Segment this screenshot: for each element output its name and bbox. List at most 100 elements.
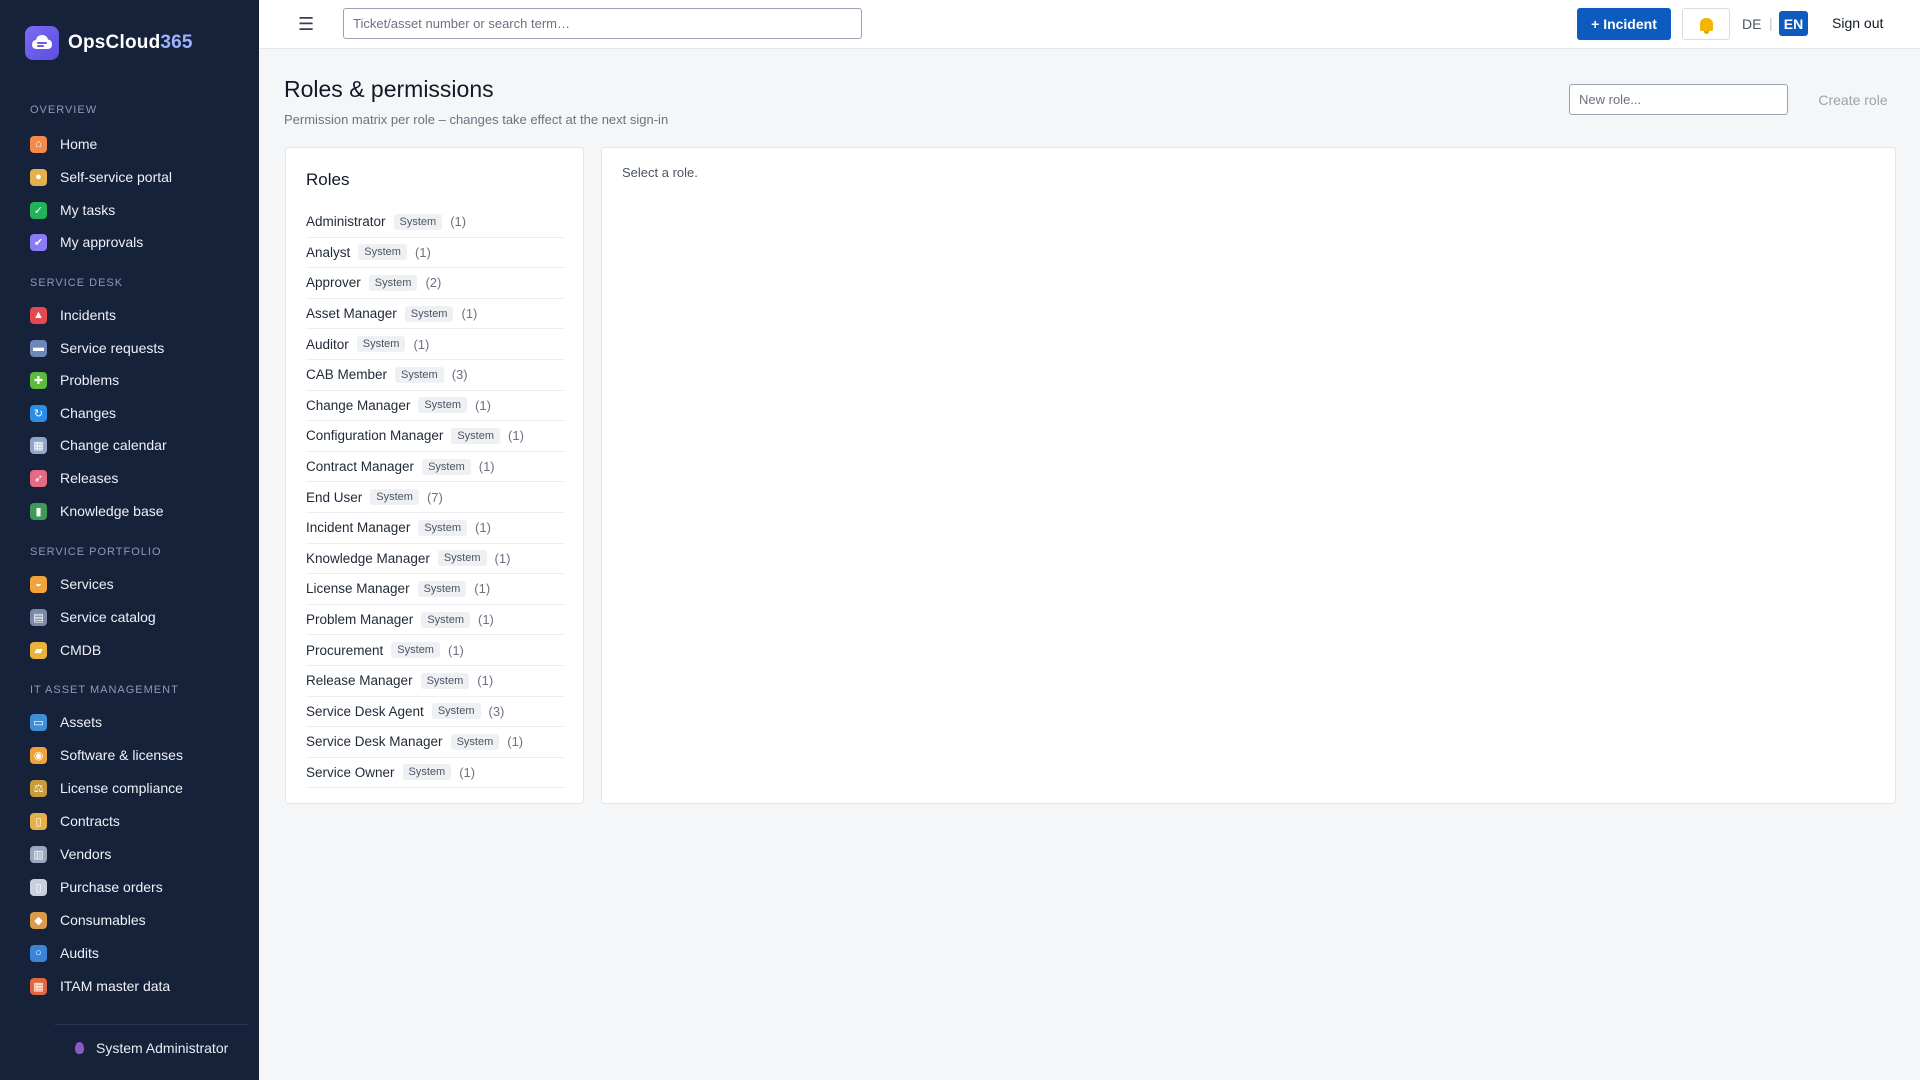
role-system-badge: System xyxy=(418,519,468,536)
laptop-icon: ▭ xyxy=(30,713,47,731)
user-icon xyxy=(75,1042,84,1054)
role-list-item[interactable]: Service Desk Agent System (3) xyxy=(306,697,565,728)
sidebar-section-heading: OVERVIEW xyxy=(30,104,98,116)
role-member-count: (1) xyxy=(474,581,491,597)
role-system-badge: System xyxy=(395,366,444,383)
role-member-count: (1) xyxy=(475,397,491,413)
role-list-item[interactable]: Analyst System (1) xyxy=(306,238,565,269)
role-list-item[interactable]: Change Manager System (1) xyxy=(306,391,565,422)
sidebar-item-service-requests[interactable]: ▬ Service requests xyxy=(30,333,164,363)
role-list-item[interactable]: Contract Manager System (1) xyxy=(306,452,565,483)
role-system-badge: System xyxy=(420,672,470,689)
brand[interactable]: OpsCloud365 xyxy=(25,25,193,61)
role-list-item[interactable]: Service Desk Manager System (1) xyxy=(306,727,565,758)
language-en[interactable]: EN xyxy=(1779,11,1808,36)
rocket-icon: ➶ xyxy=(30,469,47,487)
role-list-item[interactable]: Configuration Manager System (1) xyxy=(306,421,565,452)
role-list-item[interactable]: Service Owner System (1) xyxy=(306,758,565,789)
sidebar-item-cmdb[interactable]: ▰ CMDB xyxy=(30,635,101,665)
user-name: System Administrator xyxy=(96,1040,229,1056)
person-icon: ● xyxy=(30,168,47,186)
role-member-count: (1) xyxy=(414,244,431,260)
role-list-item[interactable]: Incident Manager System (1) xyxy=(306,513,565,544)
role-list-item[interactable]: Procurement System (1) xyxy=(306,635,565,666)
role-name: Analyst xyxy=(306,244,351,260)
sidebar-item-label: My tasks xyxy=(60,202,116,218)
sidebar-section-heading: SERVICE PORTFOLIO xyxy=(30,546,162,558)
sidebar-item-releases[interactable]: ➶ Releases xyxy=(30,463,118,493)
sidebar-item-audits[interactable]: ○ Audits xyxy=(30,938,99,968)
select-role-message: Select a role. xyxy=(622,165,698,180)
search-input[interactable] xyxy=(343,8,862,39)
role-list-item[interactable]: Administrator System (1) xyxy=(306,207,565,238)
language-de[interactable]: DE xyxy=(1742,16,1761,32)
role-list-item[interactable]: Asset Manager System (1) xyxy=(306,299,565,330)
sign-out-link[interactable]: Sign out xyxy=(1832,15,1883,31)
role-list-item[interactable]: Approver System (2) xyxy=(306,268,565,299)
sidebar-item-contracts[interactable]: ▯ Contracts xyxy=(30,806,120,836)
role-name: Service Desk Agent xyxy=(306,703,424,719)
role-name: Incident Manager xyxy=(306,520,411,536)
sidebar-item-consumables[interactable]: ◆ Consumables xyxy=(30,905,146,935)
role-name: License Manager xyxy=(306,581,410,597)
role-list-item[interactable]: License Manager System (1) xyxy=(306,574,565,605)
sidebar-item-self-service-portal[interactable]: ● Self-service portal xyxy=(30,162,172,192)
page-title: Roles & permissions xyxy=(284,76,494,102)
sidebar-item-my-approvals[interactable]: ✔ My approvals xyxy=(30,227,143,257)
role-name: Contract Manager xyxy=(306,459,415,475)
current-user[interactable]: System Administrator xyxy=(75,1038,228,1058)
role-system-badge: System xyxy=(402,764,452,781)
sidebar-item-change-calendar[interactable]: ▦ Change calendar xyxy=(30,430,167,460)
checkmark-icon: ✔ xyxy=(30,233,47,251)
sidebar-item-license-compliance[interactable]: ⚖ License compliance xyxy=(30,773,183,803)
role-system-badge: System xyxy=(356,336,406,353)
role-member-count: (7) xyxy=(426,489,443,505)
role-list-item[interactable]: Knowledge Manager System (1) xyxy=(306,544,565,575)
sidebar-item-vendors[interactable]: ▥ Vendors xyxy=(30,839,111,869)
books-icon: ▮ xyxy=(30,502,47,520)
new-role-input[interactable] xyxy=(1569,84,1788,115)
role-list-item[interactable]: CAB Member System (3) xyxy=(306,360,565,391)
role-system-badge: System xyxy=(368,274,418,291)
sidebar-item-incidents[interactable]: ▲ Incidents xyxy=(30,300,116,330)
sidebar-item-services[interactable]: ◒ Services xyxy=(30,569,114,599)
sidebar-item-label: Vendors xyxy=(60,846,112,862)
sidebar-item-label: Home xyxy=(60,136,98,152)
sidebar-item-knowledge-base[interactable]: ▮ Knowledge base xyxy=(30,496,164,526)
sidebar-item-label: Purchase orders xyxy=(60,879,163,895)
new-incident-button[interactable]: + Incident xyxy=(1577,8,1671,40)
sidebar-item-itam-master-data[interactable]: ▦ ITAM master data xyxy=(30,971,170,1001)
create-role-button[interactable]: Create role xyxy=(1806,84,1900,115)
role-name: Release Manager xyxy=(306,673,413,689)
role-name: Auditor xyxy=(306,336,349,352)
sidebar-item-changes[interactable]: ↻ Changes xyxy=(30,398,116,428)
role-list-item[interactable]: Auditor System (1) xyxy=(306,329,565,360)
sidebar-item-my-tasks[interactable]: ✓ My tasks xyxy=(30,195,115,225)
sidebar-item-software-licenses[interactable]: ◉ Software & licenses xyxy=(30,740,183,770)
role-member-count: (1) xyxy=(461,306,478,322)
sidebar-item-label: Self-service portal xyxy=(60,169,173,185)
sidebar-item-label: Software & licenses xyxy=(60,747,183,763)
role-member-count: (1) xyxy=(413,336,430,352)
role-member-count: (3) xyxy=(488,703,505,719)
brand-name: OpsCloud365 xyxy=(68,32,193,53)
sidebar-item-home[interactable]: ⌂ Home xyxy=(30,129,97,159)
role-system-badge: System xyxy=(358,244,407,261)
sidebar-item-label: Services xyxy=(60,576,114,592)
sidebar-item-assets[interactable]: ▭ Assets xyxy=(30,707,102,737)
role-list-item[interactable]: End User System (7) xyxy=(306,482,565,513)
role-list-item[interactable]: Problem Manager System (1) xyxy=(306,605,565,636)
sidebar-item-label: ITAM master data xyxy=(60,978,171,994)
sidebar-item-problems[interactable]: ✚ Problems xyxy=(30,365,119,395)
building-icon: ▥ xyxy=(30,845,47,863)
home-icon: ⌂ xyxy=(30,135,47,153)
puzzle-icon: ✚ xyxy=(30,371,47,389)
role-list-item[interactable]: Release Manager System (1) xyxy=(306,666,565,697)
menu-toggle-icon[interactable]: ☰ xyxy=(298,14,314,35)
notifications-button[interactable] xyxy=(1682,8,1730,40)
disc-icon: ◉ xyxy=(30,746,47,764)
inbox-icon: ▬ xyxy=(30,339,47,357)
sidebar-item-label: Change calendar xyxy=(60,437,167,453)
sidebar-item-purchase-orders[interactable]: ▯ Purchase orders xyxy=(30,872,163,902)
sidebar-item-service-catalog[interactable]: ▤ Service catalog xyxy=(30,602,156,632)
